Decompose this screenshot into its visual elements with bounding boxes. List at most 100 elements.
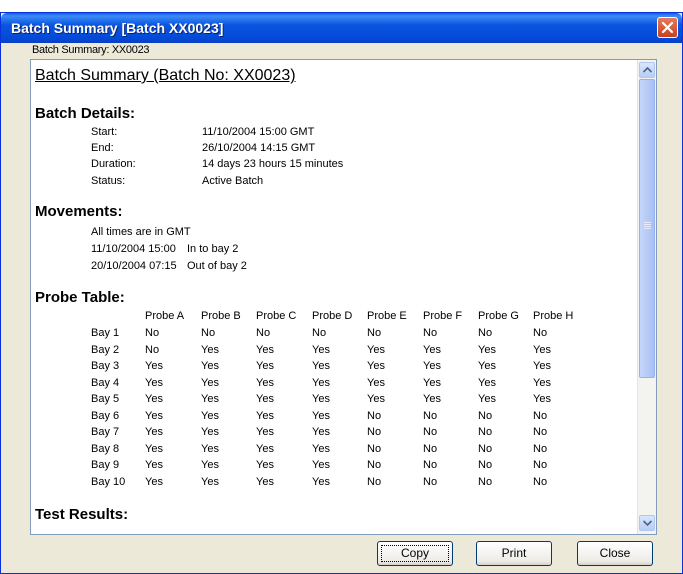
probe-cell: Yes [256, 360, 274, 372]
probe-column-header: Probe B [201, 310, 241, 322]
probe-cell: No [312, 327, 327, 339]
probe-cell: No [423, 410, 438, 422]
probe-row-bay: Bay 3 [91, 360, 120, 372]
probe-cell: Yes [312, 377, 330, 389]
probe-cell: No [367, 410, 382, 422]
probe-cell: Yes [367, 393, 385, 405]
scroll-down-button[interactable] [639, 515, 655, 531]
probe-cell: No [256, 327, 271, 339]
probe-cell: Yes [312, 443, 330, 455]
probe-row-bay: Bay 2 [91, 344, 120, 356]
probe-cell: Yes [312, 426, 330, 438]
probe-cell: No [533, 459, 548, 471]
detail-label: End: [91, 142, 114, 154]
probe-cell: Yes [423, 393, 441, 405]
probe-column-header: Probe F [423, 310, 463, 322]
probe-cell: No [367, 426, 382, 438]
probe-cell: Yes [478, 344, 496, 356]
close-button[interactable]: Close [577, 541, 653, 566]
probe-cell: Yes [145, 459, 163, 471]
probe-cell: No [423, 426, 438, 438]
probe-cell: No [367, 443, 382, 455]
probe-cell: Yes [478, 393, 496, 405]
copy-button[interactable]: Copy [377, 541, 453, 566]
probe-cell: Yes [145, 426, 163, 438]
probe-cell: No [533, 410, 548, 422]
probe-table-heading: Probe Table: [35, 289, 125, 306]
scroll-up-button[interactable] [639, 62, 655, 78]
movements-heading: Movements: [35, 203, 123, 220]
probe-column-header: Probe H [533, 310, 574, 322]
print-button[interactable]: Print [476, 541, 552, 566]
probe-cell: Yes [201, 344, 219, 356]
probe-cell: Yes [145, 393, 163, 405]
probe-cell: No [478, 459, 493, 471]
probe-cell: Yes [256, 393, 274, 405]
probe-cell: Yes [256, 459, 274, 471]
detail-value: 11/10/2004 15:00 GMT [202, 126, 315, 138]
detail-label: Start: [91, 126, 118, 138]
probe-cell: No [533, 327, 548, 339]
movement-event: Out of bay 2 [187, 260, 247, 272]
report-panel[interactable]: Batch Summary (Batch No: XX0023) Batch D… [30, 59, 657, 535]
report-heading: Batch Summary (Batch No: XX0023) [35, 67, 296, 84]
probe-cell: No [533, 426, 548, 438]
probe-cell: Yes [533, 377, 551, 389]
movement-time: 20/10/2004 07:15 [91, 260, 177, 272]
probe-cell: Yes [533, 360, 551, 372]
probe-cell: Yes [145, 410, 163, 422]
probe-cell: Yes [478, 377, 496, 389]
detail-value: 26/10/2004 14:15 GMT [202, 142, 316, 154]
arrow-down-icon [643, 520, 652, 526]
probe-cell: No [367, 327, 382, 339]
close-icon [661, 21, 674, 34]
probe-cell: Yes [201, 393, 219, 405]
probe-cell: Yes [256, 344, 274, 356]
probe-cell: Yes [312, 393, 330, 405]
probe-cell: Yes [145, 360, 163, 372]
probe-cell: Yes [256, 410, 274, 422]
probe-cell: Yes [256, 426, 274, 438]
probe-cell: Yes [201, 360, 219, 372]
probe-cell: No [367, 476, 382, 488]
probe-cell: Yes [312, 459, 330, 471]
probe-cell: Yes [201, 410, 219, 422]
probe-cell: Yes [256, 377, 274, 389]
probe-cell: Yes [256, 476, 274, 488]
probe-cell: No [478, 476, 493, 488]
probe-cell: Yes [367, 344, 385, 356]
probe-row-bay: Bay 8 [91, 443, 120, 455]
probe-cell: Yes [201, 426, 219, 438]
probe-cell: Yes [145, 443, 163, 455]
movement-time: 11/10/2004 15:00 [91, 243, 176, 255]
probe-cell: Yes [312, 360, 330, 372]
probe-cell: Yes [423, 377, 441, 389]
probe-cell: Yes [367, 377, 385, 389]
probe-cell: Yes [312, 344, 330, 356]
probe-row-bay: Bay 1 [91, 327, 120, 339]
probe-row-bay: Bay 4 [91, 377, 120, 389]
probe-column-header: Probe C [256, 310, 297, 322]
probe-cell: Yes [256, 443, 274, 455]
probe-cell: No [423, 459, 438, 471]
vertical-scrollbar[interactable] [637, 60, 656, 534]
probe-cell: Yes [312, 410, 330, 422]
window-title: Batch Summary [Batch XX0023] [11, 20, 224, 36]
probe-column-header: Probe G [478, 310, 519, 322]
probe-cell: No [423, 476, 438, 488]
detail-label: Duration: [91, 158, 136, 170]
probe-cell: No [367, 459, 382, 471]
detail-value: 14 days 23 hours 15 minutes [202, 158, 344, 170]
probe-cell: No [145, 327, 160, 339]
probe-cell: Yes [423, 360, 441, 372]
probe-row-bay: Bay 10 [91, 476, 126, 488]
window-close-button[interactable] [657, 17, 678, 38]
detail-label: Status: [91, 175, 126, 187]
probe-column-header: Probe A [145, 310, 185, 322]
title-bar[interactable]: Batch Summary [Batch XX0023] [1, 13, 682, 43]
probe-cell: No [423, 327, 438, 339]
probe-cell: Yes [201, 476, 219, 488]
scroll-thumb[interactable] [639, 79, 655, 378]
detail-value: Active Batch [202, 175, 264, 187]
probe-cell: No [201, 327, 216, 339]
